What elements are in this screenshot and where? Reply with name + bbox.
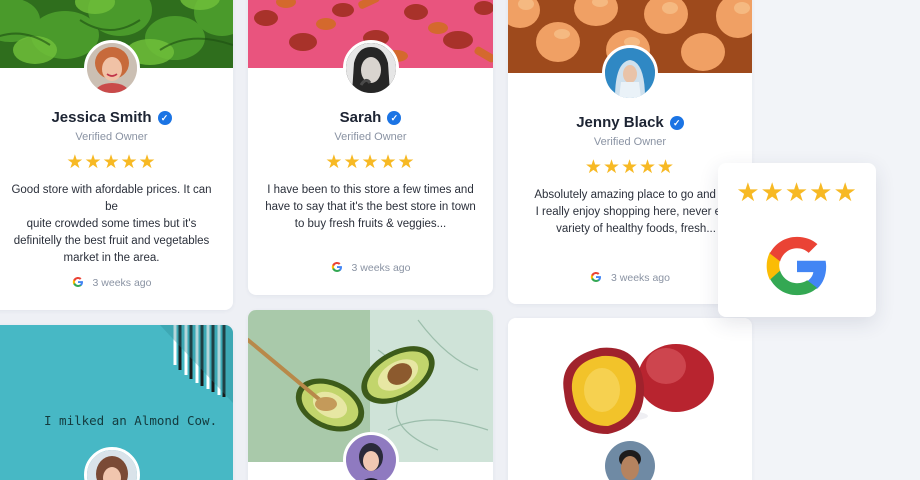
review-card-jenny[interactable]: Jenny Black ✓ Verified Owner ★★★★★ Absolu…: [508, 0, 752, 304]
review-line: to buy fresh fruits & veggies...: [294, 218, 447, 230]
review-line: definitelly the best fruit and vegetable…: [13, 235, 210, 247]
avatar-jessica: [83, 40, 140, 96]
wall-text: I milked an Almond Cow.: [44, 413, 218, 428]
google-star-rating: ★★★★★: [736, 177, 858, 207]
verified-owner-label: Verified Owner: [593, 136, 667, 148]
verified-check-icon: ✓: [669, 116, 684, 130]
verified-owner-label: Verified Owner: [334, 131, 407, 143]
review-line: I have been to this store a few times an…: [267, 184, 474, 196]
review-text: Good store with afordable prices. It can…: [4, 182, 219, 267]
review-time: 3 weeks ago: [351, 262, 411, 274]
review-line: have to say that it's the best store in …: [265, 201, 476, 213]
review-line: Good store with afordable prices. It can…: [11, 184, 212, 213]
reviewer-name: Jessica Smith: [51, 109, 152, 126]
review-card-sarah[interactable]: Sarah ✓ Verified Owner ★★★★★ I have been …: [248, 0, 493, 295]
reviewer-name-row: Jenny Black ✓: [508, 114, 752, 131]
reviewer-name-row: Jessica Smith ✓: [0, 109, 233, 126]
verified-owner-label: Verified Owner: [75, 131, 148, 143]
google-rating-badge[interactable]: ★★★★★: [718, 163, 876, 317]
google-icon: [331, 262, 342, 272]
google-icon: [72, 277, 83, 287]
review-time-row: 3 weeks ago: [248, 261, 493, 274]
star-rating: ★★★★★: [325, 152, 416, 173]
review-card-avocado[interactable]: [248, 310, 493, 480]
review-card-jessica[interactable]: Jessica Smith ✓ Verified Owner ★★★★★ Good…: [0, 0, 233, 310]
reviewer-name: Jenny Black: [576, 114, 664, 131]
reviewer-name: Sarah: [339, 109, 382, 126]
reviewer-name-row: Sarah ✓: [248, 109, 493, 126]
verified-check-icon: ✓: [387, 111, 402, 125]
review-text: I have been to this store a few times an…: [260, 182, 481, 233]
review-card-mango[interactable]: [508, 318, 752, 480]
review-time: 3 weeks ago: [92, 277, 152, 289]
review-time-row: 3 weeks ago: [0, 276, 233, 289]
review-time-row: 3 weeks ago: [508, 271, 752, 284]
avatar-jenny: [602, 45, 658, 101]
review-line: market in the area.: [63, 252, 160, 264]
star-rating: ★★★★★: [584, 157, 676, 178]
review-line: quite crowded some times but it's: [26, 218, 197, 230]
review-card-almond[interactable]: [0, 325, 233, 480]
avatar-avocado-reviewer: [342, 432, 399, 480]
avatar-sarah: [342, 40, 399, 96]
review-time: 3 weeks ago: [611, 272, 670, 284]
star-rating: ★★★★★: [66, 152, 157, 173]
google-icon: [590, 272, 602, 282]
verified-check-icon: ✓: [157, 111, 172, 125]
google-logo-icon: [766, 236, 827, 296]
